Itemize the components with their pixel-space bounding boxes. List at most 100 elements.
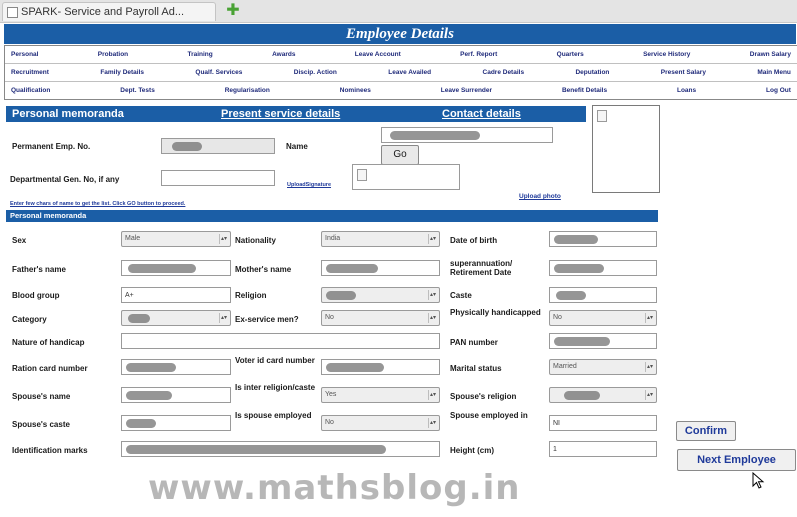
menu-item-present-salary[interactable]: Present Salary [661, 69, 706, 76]
menu-item-perf-report[interactable]: Perf. Report [460, 51, 497, 58]
spouse-caste-label: Spouse's caste [12, 420, 70, 429]
physically-handicapped-select[interactable]: No ▴▾ [549, 310, 657, 326]
menu-item-nominees[interactable]: Nominees [340, 87, 371, 94]
menu-item-dept-tests[interactable]: Dept. Tests [120, 87, 155, 94]
chevron-down-icon: ▴▾ [645, 362, 654, 372]
menu-item-leave-account[interactable]: Leave Account [355, 51, 401, 58]
redacted-text [126, 363, 176, 372]
menu-item-drawn-salary[interactable]: Drawn Salary [750, 51, 791, 58]
menu-item-leave-surrender[interactable]: Leave Surrender [441, 87, 492, 94]
main-menu: Personal Probation Training Awards Leave Acc… [4, 45, 797, 100]
confirm-button[interactable]: Confirm [676, 421, 736, 441]
present-service-link[interactable]: Present service details [221, 106, 340, 122]
chevron-down-icon: ▴▾ [645, 313, 654, 323]
marital-status-label: Marital status [450, 364, 502, 373]
menu-item-quarters[interactable]: Quarters [557, 51, 584, 58]
chevron-down-icon: ▴▾ [219, 234, 228, 244]
name-search-input[interactable] [381, 127, 553, 143]
redacted-text [128, 314, 150, 323]
page-title: Employee Details [4, 24, 796, 44]
browser-tab-title: SPARK- Service and Payroll Ad... [21, 6, 185, 18]
chevron-down-icon: ▴▾ [219, 313, 228, 323]
go-button[interactable]: Go [381, 145, 419, 165]
browser-tab-strip: SPARK- Service and Payroll Ad... ✚ [0, 0, 797, 23]
nationality-value: India [325, 235, 341, 242]
menu-item-cadre-details[interactable]: Cadre Details [483, 69, 525, 76]
menu-item-personal[interactable]: Personal [11, 51, 38, 58]
religion-select[interactable]: ▴▾ [321, 287, 440, 303]
spouse-caste-field[interactable] [121, 415, 231, 431]
menu-item-qualification[interactable]: Qualification [11, 87, 50, 94]
chevron-down-icon: ▴▾ [428, 418, 437, 428]
chevron-down-icon: ▴▾ [428, 390, 437, 400]
father-name-field[interactable] [121, 260, 231, 276]
caste-label: Caste [450, 291, 472, 300]
next-employee-button[interactable]: Next Employee [677, 449, 796, 471]
broken-image-icon [597, 110, 607, 122]
sex-value: Male [125, 235, 141, 242]
search-hint: Enter few chars of name to get the list.… [10, 201, 186, 207]
redacted-text [390, 131, 480, 140]
menu-item-deputation[interactable]: Deputation [575, 69, 609, 76]
nationality-select[interactable]: India ▴▾ [321, 231, 440, 247]
browser-tab[interactable]: SPARK- Service and Payroll Ad... [2, 2, 216, 21]
new-tab-plus-icon[interactable]: ✚ [226, 3, 240, 19]
upload-photo-link[interactable]: Upload photo [519, 193, 561, 200]
mother-name-field[interactable] [321, 260, 440, 276]
upload-signature-link[interactable]: UploadSignature [287, 182, 331, 188]
signature-image [352, 164, 460, 190]
ex-service-select[interactable]: No ▴▾ [321, 310, 440, 326]
page-icon [7, 7, 18, 18]
menu-item-training[interactable]: Training [187, 51, 212, 58]
menu-item-qualf-services[interactable]: Qualf. Services [195, 69, 242, 76]
spouse-employed-in-field[interactable]: NI [549, 415, 657, 431]
ration-card-field[interactable] [121, 359, 231, 375]
chevron-down-icon: ▴▾ [645, 390, 654, 400]
redacted-text [554, 337, 610, 346]
contact-details-link[interactable]: Contact details [442, 106, 521, 122]
redacted-text [126, 391, 172, 400]
menu-item-discip-action[interactable]: Discip. Action [294, 69, 337, 76]
menu-item-leave-availed[interactable]: Leave Availed [388, 69, 431, 76]
menu-item-benefit-details[interactable]: Benefit Details [562, 87, 607, 94]
personal-memoranda-subheader: Personal memoranda [6, 210, 658, 222]
caste-field[interactable] [549, 287, 657, 303]
pan-field[interactable] [549, 333, 657, 349]
pen-field[interactable] [161, 138, 275, 154]
spouse-employed-value: No [325, 419, 334, 426]
superannuation-field[interactable] [549, 260, 657, 276]
spouse-name-field[interactable] [121, 387, 231, 403]
menu-item-probation[interactable]: Probation [98, 51, 128, 58]
spouse-employed-select[interactable]: No ▴▾ [321, 415, 440, 431]
spouse-employed-in-label: Spouse employed in [450, 411, 528, 420]
marital-status-select[interactable]: Married ▴▾ [549, 359, 657, 375]
spouse-religion-select[interactable]: ▴▾ [549, 387, 657, 403]
menu-item-family-details[interactable]: Family Details [100, 69, 144, 76]
menu-item-loans[interactable]: Loans [677, 87, 696, 94]
menu-item-awards[interactable]: Awards [272, 51, 295, 58]
voter-id-field[interactable] [321, 359, 440, 375]
inter-religion-select[interactable]: Yes ▴▾ [321, 387, 440, 403]
dob-field[interactable] [549, 231, 657, 247]
physically-handicapped-value: No [553, 314, 562, 321]
redacted-text [564, 391, 600, 400]
dept-gen-input[interactable] [161, 170, 275, 186]
height-field[interactable]: 1 [549, 441, 657, 457]
ex-service-value: No [325, 314, 334, 321]
sex-select[interactable]: Male ▴▾ [121, 231, 231, 247]
blood-group-field[interactable]: A+ [121, 287, 231, 303]
menu-item-recruitment[interactable]: Recruitment [11, 69, 49, 76]
category-label: Category [12, 315, 47, 324]
menu-item-main-menu[interactable]: Main Menu [757, 69, 791, 76]
section-title: Personal memoranda [12, 108, 124, 120]
redacted-text [126, 445, 386, 454]
menu-item-regularisation[interactable]: Regularisation [225, 87, 270, 94]
blood-group-label: Blood group [12, 291, 60, 300]
category-select[interactable]: ▴▾ [121, 310, 231, 326]
nature-handicap-field[interactable] [121, 333, 440, 349]
menu-item-log-out[interactable]: Log Out [766, 87, 791, 94]
spouse-religion-label: Spouse's religion [450, 392, 517, 401]
menu-item-service-history[interactable]: Service History [643, 51, 690, 58]
identification-marks-field[interactable] [121, 441, 440, 457]
redacted-text [126, 419, 156, 428]
